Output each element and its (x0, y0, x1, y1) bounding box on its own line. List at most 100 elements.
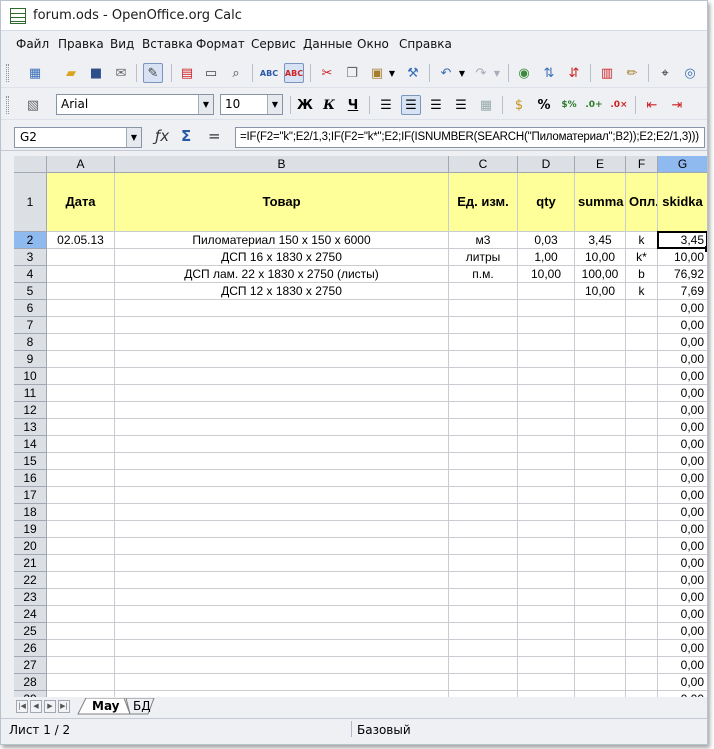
row-header[interactable]: 20 (14, 538, 47, 555)
table-cell[interactable] (518, 351, 575, 368)
column-header-e[interactable]: E (575, 156, 626, 173)
table-cell[interactable]: 0,00 (658, 368, 707, 385)
header-cell[interactable]: summa (575, 173, 626, 232)
row-header[interactable]: 5 (14, 283, 47, 300)
table-cell[interactable] (518, 402, 575, 419)
find-replace-icon[interactable]: ⌖ (655, 63, 675, 83)
table-cell[interactable]: п.м. (449, 266, 518, 283)
spellcheck-icon[interactable]: ABC (259, 63, 279, 83)
table-cell[interactable]: 0,00 (658, 674, 707, 691)
table-cell[interactable] (47, 623, 115, 640)
menu-format[interactable]: Формат (196, 37, 245, 51)
table-cell[interactable] (47, 402, 115, 419)
table-cell[interactable] (626, 453, 658, 470)
table-cell[interactable] (47, 589, 115, 606)
status-page-style[interactable]: Базовый (357, 723, 411, 737)
table-cell[interactable] (575, 402, 626, 419)
first-sheet-icon[interactable]: |◀ (16, 700, 28, 713)
row-header[interactable]: 16 (14, 470, 47, 487)
table-cell[interactable] (449, 606, 518, 623)
table-cell[interactable] (47, 419, 115, 436)
table-cell[interactable]: 7,69 (658, 283, 707, 300)
table-cell[interactable]: 0,00 (658, 572, 707, 589)
table-cell[interactable] (449, 521, 518, 538)
table-cell[interactable] (47, 334, 115, 351)
table-cell[interactable] (47, 674, 115, 691)
table-cell[interactable] (518, 504, 575, 521)
table-cell[interactable] (626, 674, 658, 691)
function-wizard-icon[interactable]: ƒx (155, 127, 169, 145)
header-cell[interactable]: Опл. (626, 173, 658, 232)
row-header[interactable]: 11 (14, 385, 47, 402)
table-cell[interactable] (47, 470, 115, 487)
table-cell[interactable] (47, 368, 115, 385)
header-cell[interactable]: Ед. изм. (449, 173, 518, 232)
table-cell[interactable]: 0,00 (658, 419, 707, 436)
table-cell[interactable] (626, 368, 658, 385)
print-icon[interactable]: ▭ (201, 63, 221, 83)
row-header[interactable]: 1 (14, 173, 47, 232)
row-header[interactable]: 3 (14, 249, 47, 266)
chevron-down-icon[interactable]: ▼ (267, 95, 282, 114)
table-cell[interactable]: ДСП лам. 22 х 1830 х 2750 (листы) (115, 266, 449, 283)
row-header[interactable]: 28 (14, 674, 47, 691)
justify-icon[interactable]: ☰ (451, 95, 471, 115)
table-cell[interactable] (115, 419, 449, 436)
table-cell[interactable] (449, 623, 518, 640)
table-cell[interactable] (449, 402, 518, 419)
row-header[interactable]: 26 (14, 640, 47, 657)
table-cell[interactable] (626, 419, 658, 436)
open-folder-icon[interactable]: ▰ (61, 63, 81, 83)
table-cell[interactable] (115, 300, 449, 317)
table-cell[interactable] (115, 640, 449, 657)
table-cell[interactable]: 3,45 (658, 232, 707, 249)
table-cell[interactable] (518, 572, 575, 589)
merge-cells-icon[interactable]: ▦ (476, 95, 496, 115)
font-name-combo[interactable]: Arial ▼ (56, 94, 214, 115)
table-cell[interactable]: 0,00 (658, 385, 707, 402)
draw-functions-icon[interactable]: ✏ (622, 63, 642, 83)
menu-edit[interactable]: Правка (58, 37, 104, 51)
table-cell[interactable] (115, 334, 449, 351)
row-header[interactable]: 10 (14, 368, 47, 385)
row-header[interactable]: 27 (14, 657, 47, 674)
table-cell[interactable] (626, 487, 658, 504)
table-cell[interactable] (449, 317, 518, 334)
percent-format-icon[interactable]: % (534, 95, 554, 115)
table-cell[interactable] (449, 572, 518, 589)
row-header[interactable]: 22 (14, 572, 47, 589)
table-cell[interactable] (575, 470, 626, 487)
table-cell[interactable] (626, 402, 658, 419)
table-cell[interactable]: 0,00 (658, 555, 707, 572)
table-cell[interactable] (47, 504, 115, 521)
table-cell[interactable] (115, 453, 449, 470)
table-cell[interactable] (449, 453, 518, 470)
add-decimal-icon[interactable]: .0+ (584, 95, 604, 115)
table-cell[interactable] (47, 555, 115, 572)
table-cell[interactable] (47, 249, 115, 266)
table-cell[interactable] (518, 657, 575, 674)
chevron-down-icon[interactable]: ▼ (198, 95, 213, 114)
table-cell[interactable] (47, 691, 115, 697)
underline-button[interactable]: Ч (343, 95, 363, 115)
column-header-d[interactable]: D (518, 156, 575, 173)
row-header[interactable]: 21 (14, 555, 47, 572)
table-cell[interactable] (518, 470, 575, 487)
table-cell[interactable] (575, 674, 626, 691)
row-header[interactable]: 15 (14, 453, 47, 470)
table-cell[interactable] (575, 572, 626, 589)
table-cell[interactable] (115, 606, 449, 623)
menu-view[interactable]: Вид (110, 37, 134, 51)
table-cell[interactable] (626, 691, 658, 697)
table-cell[interactable]: 0,00 (658, 300, 707, 317)
table-cell[interactable] (626, 504, 658, 521)
table-cell[interactable]: 0,00 (658, 640, 707, 657)
row-header[interactable]: 9 (14, 351, 47, 368)
table-cell[interactable] (449, 504, 518, 521)
table-cell[interactable] (115, 402, 449, 419)
sum-icon[interactable]: Σ (181, 127, 191, 145)
table-cell[interactable]: 0,00 (658, 317, 707, 334)
table-cell[interactable] (518, 623, 575, 640)
table-cell[interactable] (449, 351, 518, 368)
sheet-tab-may[interactable]: May (86, 698, 126, 715)
